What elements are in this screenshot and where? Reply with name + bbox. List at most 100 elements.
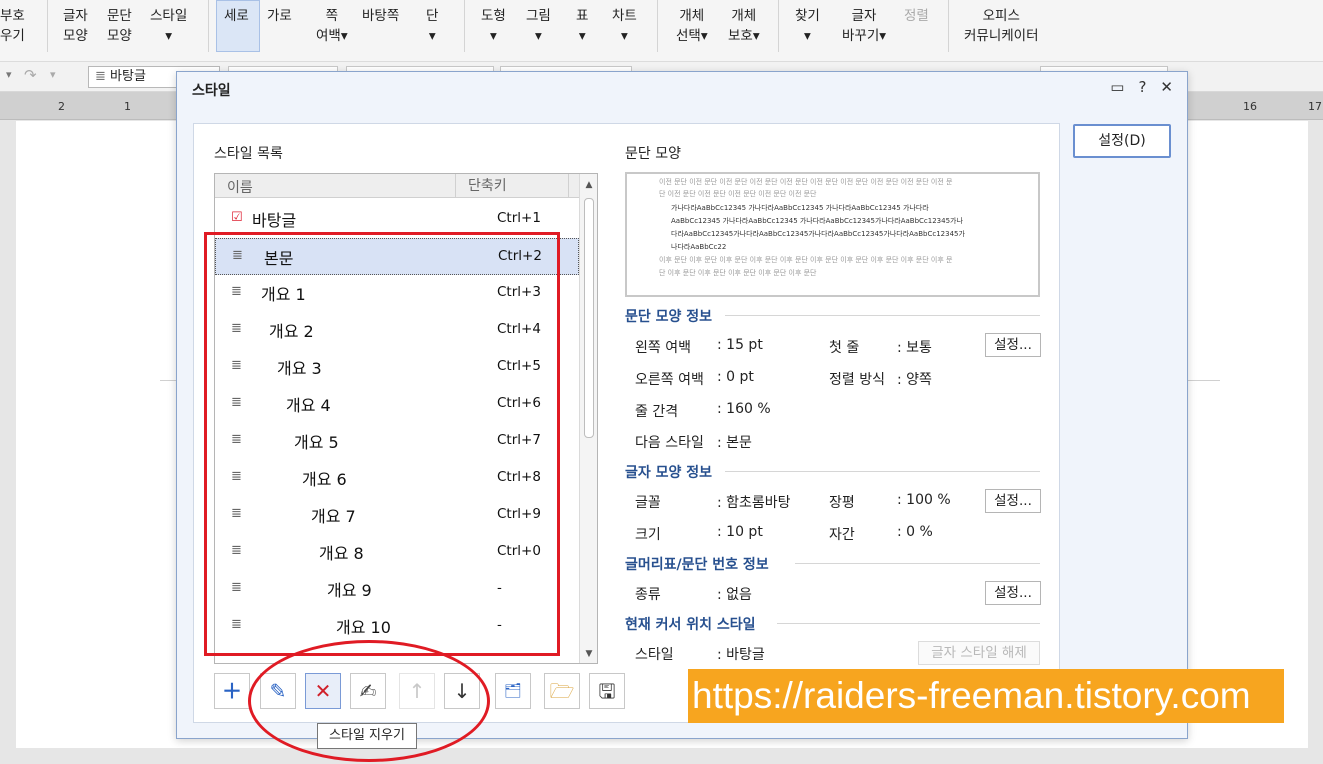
para-info-title: 문단 모양 정보	[625, 309, 713, 325]
page-guide-line	[1188, 380, 1220, 381]
bullet-info-title: 글머리표/문단 번호 정보	[625, 557, 769, 573]
watermark: https://raiders-freeman.tistory.com	[688, 669, 1284, 723]
ribbon-char-shape-button[interactable]: 글자 모양	[63, 6, 88, 46]
open-style-file-button[interactable]: 🗁	[544, 673, 580, 709]
style-shortcut: Ctrl+1	[497, 210, 541, 226]
char-setting-button[interactable]: 설정...	[985, 489, 1041, 513]
next-style-value: : 본문	[717, 435, 752, 451]
scroll-thumb[interactable]	[584, 198, 594, 438]
preview-next-line: 이후 문단 이후 문단 이후 문단 이후 문단 이후 문단 이후 문단 이후 문…	[659, 256, 953, 264]
ribbon-replace-button[interactable]: 글자 바꾸기▾	[842, 6, 886, 46]
style-name: 바탕글	[252, 211, 297, 230]
right-margin-label: 오른쪽 여백	[635, 372, 704, 388]
ruler-number: 16	[1243, 100, 1257, 113]
ribbon-separator	[208, 0, 209, 52]
cursor-style-label: 스타일	[635, 647, 674, 663]
style-list-scrollbar[interactable]: ▲ ▼	[579, 174, 597, 663]
ribbon-sort-button[interactable]: 정렬	[904, 6, 929, 26]
ribbon-find-button[interactable]: 찾기 ▾	[795, 6, 820, 46]
ribbon-master-page-button[interactable]: 바탕쪽	[362, 6, 399, 26]
ribbon-picture-button[interactable]: 그림 ▾	[526, 6, 551, 46]
ribbon-bookmark-button[interactable]: 부호 우기	[0, 6, 25, 46]
style-icon: ≣	[95, 69, 111, 84]
folder-open-icon: 🗁	[549, 679, 575, 703]
ribbon-shape-button[interactable]: 도형 ▾	[481, 6, 506, 46]
setting-button[interactable]: 설정(D)	[1073, 124, 1171, 158]
save-icon: 🖫	[598, 679, 616, 703]
help-button[interactable]: ?	[1138, 78, 1146, 96]
undo-dropdown-icon[interactable]: ▾	[6, 68, 12, 81]
cursor-style-title: 현재 커서 위치 스타일	[625, 617, 756, 633]
save-style-button[interactable]: 🖫	[589, 673, 625, 709]
preview-prev-line: 단 이전 문단 이전 문단 이전 문단 이전 문단 이전 문단	[659, 190, 817, 198]
ribbon-table-button[interactable]: 표 ▾	[576, 6, 588, 46]
redo-dropdown-icon[interactable]: ▾	[50, 68, 56, 81]
ribbon-page-margin-button[interactable]: 쪽 여백▾	[316, 6, 348, 46]
size-value: : 10 pt	[717, 524, 763, 540]
scroll-up-arrow-icon[interactable]: ▲	[580, 176, 597, 194]
base-style-icon: ☑	[231, 210, 243, 225]
ratio-label: 장평	[829, 495, 855, 511]
plus-icon: ＋	[222, 679, 242, 703]
ribbon-separator	[47, 0, 48, 52]
column-header-shortcut[interactable]: 단축키	[455, 174, 569, 198]
left-margin-value: : 15 pt	[717, 337, 763, 353]
para-setting-button[interactable]: 설정...	[985, 333, 1041, 357]
ruler-number: 17	[1308, 100, 1322, 113]
char-info-title: 글자 모양 정보	[625, 465, 713, 481]
bullet-setting-button[interactable]: 설정...	[985, 581, 1041, 605]
annotation-red-box	[204, 232, 560, 656]
ribbon-horizontal-button[interactable]: 가로	[267, 6, 292, 26]
ratio-value: : 100 %	[897, 492, 951, 508]
scroll-down-arrow-icon[interactable]: ▼	[580, 645, 597, 663]
ribbon-vertical-button[interactable]: 세로	[224, 6, 249, 26]
ribbon-select-object-button[interactable]: 개체 선택▾	[676, 6, 708, 46]
paragraph-preview: 이전 문단 이전 문단 이전 문단 이전 문단 이전 문단 이전 문단 이전 문…	[625, 172, 1040, 297]
ribbon-separator	[948, 0, 949, 52]
ribbon-separator	[464, 0, 465, 52]
ruler-number: 1	[124, 100, 131, 113]
ribbon-para-shape-button[interactable]: 문단 모양	[107, 6, 132, 46]
preview-title: 문단 모양	[625, 146, 681, 162]
import-style-button[interactable]: 🗂	[495, 673, 531, 709]
line-spacing-value: : 160 %	[717, 401, 771, 417]
column-header-name[interactable]: 이름	[227, 177, 253, 197]
style-list-title: 스타일 목록	[214, 146, 283, 162]
preview-prev-line: 이전 문단 이전 문단 이전 문단 이전 문단 이전 문단 이전 문단 이전 문…	[659, 178, 953, 186]
section-divider	[795, 563, 1040, 564]
preview-sample-line: AaBbCc12345 가나다라AaBbCc12345 가나다라AaBbCc12…	[671, 217, 963, 225]
delete-style-tooltip: 스타일 지우기	[317, 723, 417, 749]
section-divider	[725, 471, 1040, 472]
ruler-number: 2	[58, 100, 65, 113]
preview-sample-line: 나다라AaBbCc22	[671, 243, 727, 251]
close-button[interactable]: ✕	[1160, 78, 1173, 96]
size-label: 크기	[635, 527, 661, 543]
dialog-title: 스타일	[192, 83, 231, 99]
style-list-header: 이름 단축키	[215, 174, 579, 198]
font-value: : 함초롬바탕	[717, 495, 791, 511]
ribbon-separator	[657, 0, 658, 52]
align-label: 정렬 방식	[829, 372, 885, 388]
align-value: : 양쪽	[897, 372, 932, 388]
section-divider	[725, 315, 1040, 316]
add-style-button[interactable]: ＋	[214, 673, 250, 709]
ribbon-chart-button[interactable]: 차트 ▾	[612, 6, 637, 46]
cursor-style-value: : 바탕글	[717, 647, 765, 663]
font-label: 글꼴	[635, 495, 661, 511]
ribbon-office-communicator-button[interactable]: 오피스 커뮤니케이터	[964, 6, 1039, 46]
clear-char-style-button[interactable]: 글자 스타일 해제	[918, 641, 1040, 665]
comment-icon[interactable]: ▭	[1110, 78, 1124, 96]
section-divider	[777, 623, 1040, 624]
first-line-label: 첫 줄	[829, 340, 860, 356]
next-style-label: 다음 스타일	[635, 435, 704, 451]
bullet-type-value: : 없음	[717, 587, 752, 603]
redo-icon[interactable]: ↷	[24, 66, 37, 84]
left-margin-label: 왼쪽 여백	[635, 340, 691, 356]
ribbon-column-button[interactable]: 단 ▾	[426, 6, 438, 46]
import-style-icon: 🗂	[504, 683, 522, 699]
ribbon-protect-object-button[interactable]: 개체 보호▾	[728, 6, 760, 46]
dialog-title-buttons: ▭? ✕	[1096, 78, 1173, 96]
ribbon-style-button[interactable]: 스타일 ▾	[150, 6, 187, 46]
spacing-label: 자간	[829, 527, 855, 543]
right-margin-value: : 0 pt	[717, 369, 754, 385]
